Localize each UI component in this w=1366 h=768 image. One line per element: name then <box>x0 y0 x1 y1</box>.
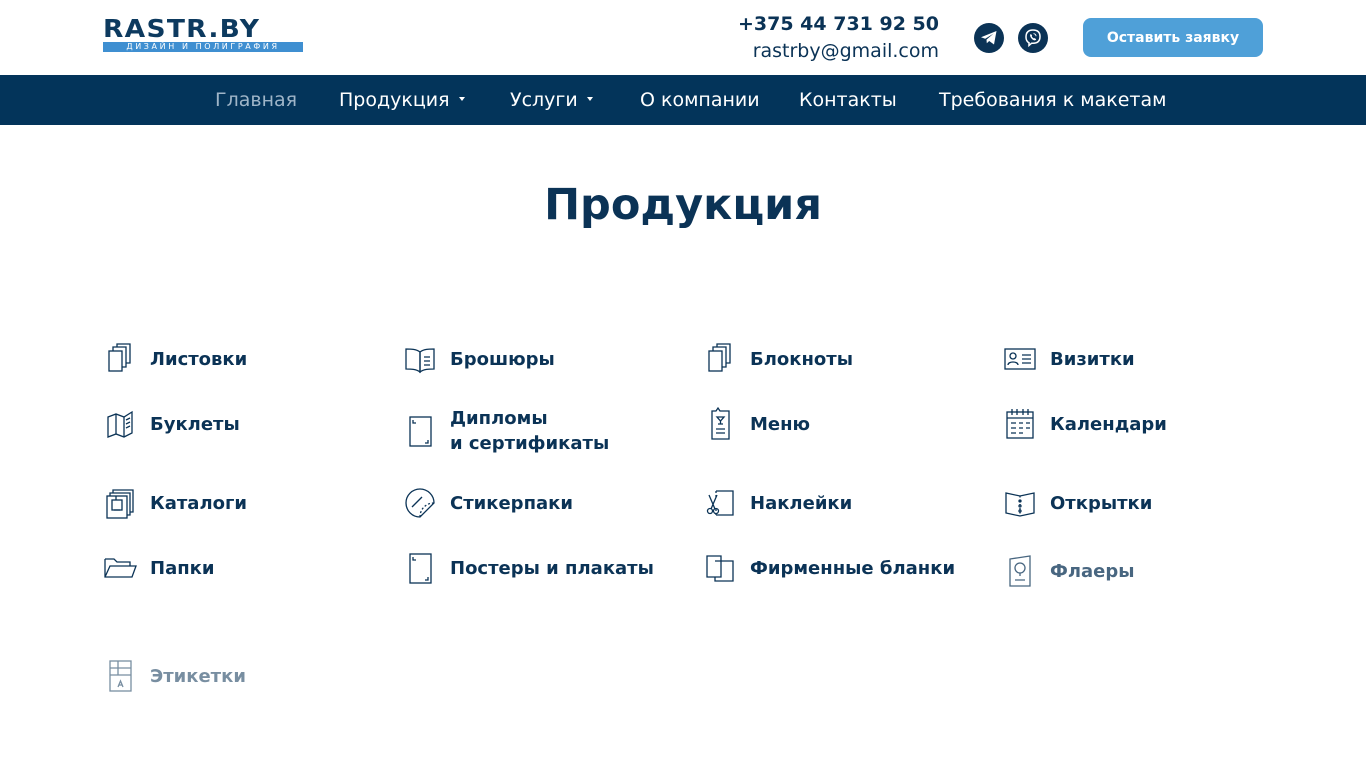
nav-item-label: Главная <box>215 89 298 111</box>
category-stickerpacks[interactable]: Стикерпаки <box>402 485 573 521</box>
business-card-icon <box>1004 348 1036 370</box>
nav-item-products[interactable]: Продукция <box>339 75 465 125</box>
nav-item-layout-requirements[interactable]: Требования к макетам <box>939 75 1166 125</box>
category-business-cards[interactable]: Визитки <box>1002 341 1135 377</box>
submit-request-button[interactable]: Оставить заявку <box>1083 18 1263 57</box>
nav-item-home[interactable]: Главная <box>215 75 297 125</box>
category-label: Брошюры <box>450 348 555 370</box>
category-label: Открытки <box>1050 492 1153 514</box>
category-folders[interactable]: Папки <box>102 550 214 586</box>
category-posters[interactable]: Постеры и плакаты <box>402 550 654 586</box>
category-label: Буклеты <box>150 413 240 435</box>
category-calendars[interactable]: Календари <box>1002 406 1167 442</box>
category-label: Календари <box>1050 413 1167 435</box>
email-link[interactable]: rastrby@gmail.com <box>753 40 939 62</box>
category-label: Флаеры <box>1050 560 1135 582</box>
letterhead-icon <box>706 555 734 582</box>
telegram-icon <box>981 31 997 45</box>
category-letterheads[interactable]: Фирменные бланки <box>702 550 955 586</box>
pages-icon <box>108 343 131 372</box>
caret-down-icon <box>586 96 593 101</box>
poster-icon <box>409 553 432 584</box>
nav-item-contacts[interactable]: Контакты <box>799 75 897 125</box>
caret-down-icon <box>458 96 465 101</box>
viber-icon <box>1025 29 1041 48</box>
phone-link[interactable]: +375 44 731 92 50 <box>738 13 939 35</box>
nav-item-label: Контакты <box>799 89 897 111</box>
category-label: Визитки <box>1050 348 1135 370</box>
nav-item-label: Продукция <box>339 89 450 111</box>
notepad-icon <box>708 343 731 372</box>
label-icon <box>109 660 132 692</box>
nav-item-label: Услуги <box>510 89 578 111</box>
category-label: Меню <box>750 413 811 435</box>
telegram-button[interactable] <box>974 23 1004 53</box>
nav-item-about[interactable]: О компании <box>640 75 760 125</box>
category-label: Фирменные бланки <box>750 557 956 579</box>
category-brochures[interactable]: Брошюры <box>402 341 555 377</box>
category-booklets[interactable]: Буклеты <box>102 406 240 442</box>
category-menu[interactable]: Меню <box>702 406 810 442</box>
logo-tagline: ДИЗАЙН И ПОЛИГРАФИЯ <box>103 42 303 52</box>
nav-item-services[interactable]: Услуги <box>510 75 593 125</box>
flyer-icon <box>1009 555 1031 587</box>
category-labels[interactable]: Этикетки <box>102 658 246 694</box>
sticker-icon <box>405 488 435 518</box>
folded-booklet-icon <box>107 410 133 438</box>
category-postcards[interactable]: Открытки <box>1002 485 1152 521</box>
category-label: Папки <box>150 557 215 579</box>
category-label: Блокноты <box>750 348 853 370</box>
category-label: Каталоги <box>150 492 248 514</box>
menu-card-icon <box>711 406 730 440</box>
nav-item-label: Требования к макетам <box>939 89 1167 111</box>
logo-wordmark: RASTR.BY <box>103 14 261 43</box>
open-book-icon <box>405 348 435 374</box>
category-label: Стикерпаки <box>450 492 573 514</box>
scissors-sticker-icon <box>706 490 734 516</box>
category-label: Листовки <box>150 348 248 370</box>
nav-item-label: О компании <box>640 89 760 111</box>
category-flyers[interactable]: Флаеры <box>1002 553 1135 589</box>
logo[interactable]: RASTR.BY ДИЗАЙН И ПОЛИГРАФИЯ <box>103 16 303 52</box>
folder-icon <box>104 558 137 578</box>
site-header: RASTR.BY ДИЗАЙН И ПОЛИГРАФИЯ +375 44 731… <box>0 0 1366 75</box>
category-leaflets[interactable]: Листовки <box>102 341 247 377</box>
catalog-icon <box>106 489 134 519</box>
calendar-icon <box>1006 409 1034 439</box>
page-title: Продукция <box>544 180 822 230</box>
category-label: Этикетки <box>150 665 246 687</box>
category-notepads[interactable]: Блокноты <box>702 341 853 377</box>
category-label: Постеры и плакаты <box>450 557 654 579</box>
category-catalogs[interactable]: Каталоги <box>102 485 247 521</box>
category-diplomas[interactable]: Дипломы и сертификаты <box>402 406 609 456</box>
diploma-icon <box>409 416 432 447</box>
viber-button[interactable] <box>1018 23 1048 53</box>
category-stickers[interactable]: Наклейки <box>702 485 852 521</box>
category-label: Наклейки <box>750 492 853 514</box>
category-label: Дипломы и сертификаты <box>450 408 610 454</box>
main-nav: Главная Продукция Услуги О компании Конт… <box>0 75 1366 125</box>
postcard-icon <box>1005 492 1035 517</box>
